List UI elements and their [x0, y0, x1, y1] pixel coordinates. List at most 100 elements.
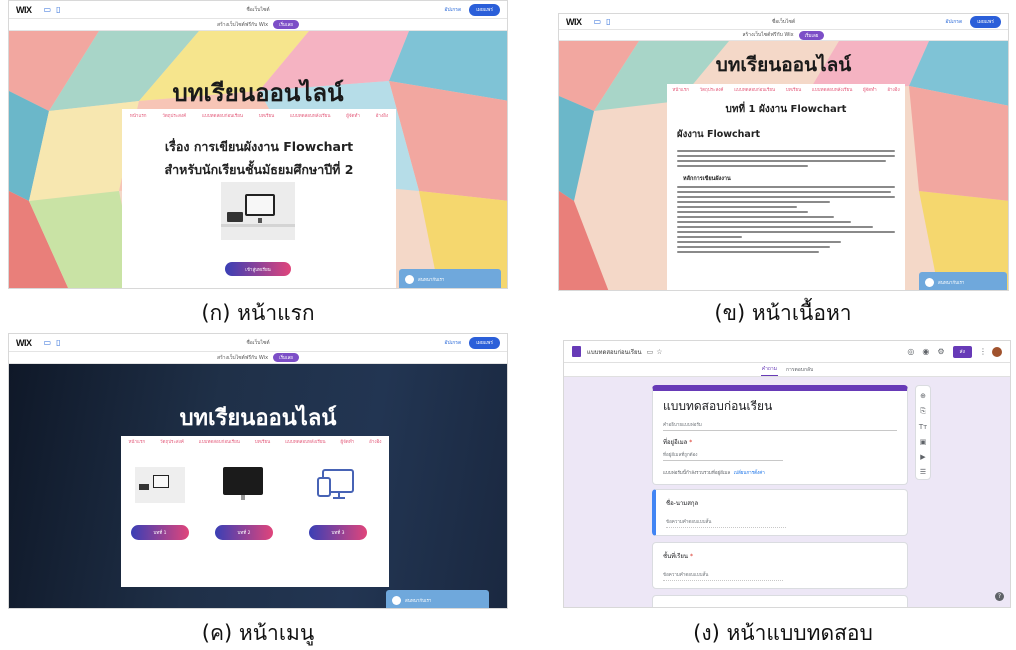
- wix-top-bar: WIX ▭ ▯ ชื่อเว็บไซต์ อัปเกรด เผยแพร่: [559, 14, 1008, 30]
- chat-label: สนทนากับเรา: [405, 598, 432, 604]
- question-card-class[interactable]: ชั้นที่เรียน * ข้อความคำตอบแบบสั้น: [652, 542, 908, 589]
- hero-line-1: เรื่อง การเขียนผังงาน Flowchart: [164, 139, 354, 154]
- enter-lesson-button[interactable]: เข้าสู่บทเรียน: [225, 262, 291, 276]
- monitor-illustration: [245, 194, 275, 216]
- lesson-3-devices-icon: [317, 469, 354, 499]
- menu-item-5[interactable]: ผู้จัดทำ: [346, 112, 360, 119]
- change-settings-link[interactable]: เปลี่ยนการตั้งค่า: [734, 471, 765, 476]
- menu-item-4[interactable]: แบบทดสอบหลังเรียน: [290, 112, 330, 119]
- title-icon[interactable]: Tт: [919, 423, 927, 431]
- menu-item-2[interactable]: แบบทดสอบก่อนเรียน: [202, 112, 243, 119]
- email-required-star: *: [689, 439, 693, 446]
- user-avatar[interactable]: [992, 346, 1002, 357]
- menu-item-1[interactable]: วัตถุประสงค์: [162, 112, 186, 119]
- content-card: บทที่ 1 ผังงาน Flowchart ผังงาน Flowchar…: [667, 94, 905, 290]
- chat-label: สนทนากับเรา: [418, 278, 445, 283]
- menu-item-6[interactable]: อ้างอิง: [887, 86, 899, 93]
- wix-top-bar: WIX ▭ ▯ ชื่อเว็บไซต์ อัปเกรด เผยแพร่: [9, 1, 507, 19]
- menu-item-2[interactable]: แบบทดสอบก่อนเรียน: [734, 86, 775, 93]
- site-menu: หน้าแรก วัตถุประสงค์ แบบทดสอบก่อนเรียน บทเร…: [121, 436, 389, 447]
- site-menu: หน้าแรก วัตถุประสงค์ แบบทดสอบก่อนเรียน บทเร…: [667, 84, 905, 94]
- chat-widget[interactable]: สนทนากับเรา: [919, 272, 1007, 290]
- image-icon[interactable]: ▣: [920, 438, 927, 446]
- palette-icon[interactable]: ◎: [907, 347, 914, 356]
- star-icon[interactable]: ☆: [656, 348, 662, 356]
- chat-avatar-icon: [925, 277, 934, 287]
- lesson-1-button[interactable]: บทที่ 1: [131, 525, 189, 540]
- settings-gear-icon[interactable]: ⚙: [937, 347, 944, 356]
- email-label: ที่อยู่อีเมล: [663, 439, 688, 446]
- hero-line-2: สำหรับนักเรียนชั้นมัธยมศึกษาปีที่ 2: [164, 162, 354, 177]
- intro-paragraph: [677, 150, 895, 167]
- menu-item-0[interactable]: หน้าแรก: [130, 112, 147, 119]
- menu-item-4[interactable]: แบบทดสอบหลังเรียน: [812, 86, 852, 93]
- caption-d: (ง) หน้าแบบทดสอบ: [693, 621, 873, 645]
- promo-button[interactable]: เริ่มเลย: [798, 30, 825, 40]
- tab-questions[interactable]: คำถาม: [760, 363, 779, 376]
- question-2-answer: ข้อความคำตอบแบบสั้น: [663, 571, 783, 581]
- tab-responses[interactable]: การตอบกลับ: [786, 366, 813, 374]
- promo-text: สร้างเว็บไซต์ฟรีกับ Wix: [742, 32, 794, 38]
- menu-item-5[interactable]: ผู้จัดทำ: [863, 86, 877, 93]
- menu-item-0[interactable]: หน้าแรก: [672, 86, 689, 93]
- email-input[interactable]: ที่อยู่อีเมลที่ถูกต้อง: [663, 451, 783, 461]
- forms-top-bar: แบบทดสอบก่อนเรียน ▭ ☆ ◎ ◉ ⚙ ส่ง ⋮: [564, 341, 1010, 363]
- menu-item-3[interactable]: บทเรียน: [786, 86, 802, 93]
- promo-button[interactable]: เริ่มเลย: [273, 353, 299, 362]
- section-title: ผังงาน Flowchart: [677, 129, 761, 140]
- collect-note: แบบฟอร์มนี้กำลังรวบรวมที่อยู่อีเมล: [663, 471, 731, 476]
- menu-item-3[interactable]: บทเรียน: [259, 112, 275, 119]
- menu-item-6[interactable]: อ้างอิง: [376, 112, 388, 119]
- form-doc-name[interactable]: แบบทดสอบก่อนเรียน: [587, 347, 642, 357]
- promo-button[interactable]: เริ่มเลย: [273, 20, 299, 29]
- menu-item-6[interactable]: อ้างอิง: [369, 438, 381, 445]
- more-menu-icon[interactable]: ⋮: [979, 347, 987, 356]
- question-1-answer: ข้อความคำตอบแบบสั้น: [666, 518, 786, 528]
- wix-top-bar: WIX ▭ ▯ ชื่อเว็บไซต์ อัปเกรด เผยแพร่: [9, 334, 507, 352]
- hero-image: [221, 182, 295, 240]
- promo-bar: สร้างเว็บไซต์ฟรีกับ Wix เริ่มเลย: [9, 19, 507, 31]
- site-title: บทเรียนออนไลน์: [715, 54, 852, 76]
- section-icon[interactable]: ☰: [920, 468, 926, 476]
- form-description[interactable]: คำอธิบายแบบฟอร์ม: [663, 421, 897, 428]
- help-icon[interactable]: ?: [995, 592, 1004, 601]
- menu-item-1[interactable]: วัตถุประสงค์: [160, 438, 184, 445]
- menu-item-5[interactable]: ผู้จัดทำ: [341, 438, 355, 445]
- send-button[interactable]: ส่ง: [952, 345, 972, 358]
- menu-item-1[interactable]: วัตถุประสงค์: [700, 86, 724, 93]
- panel-menu: WIX ▭ ▯ ชื่อเว็บไซต์ อัปเกรด เผยแพร่ สร้า…: [8, 333, 508, 609]
- question-card-next[interactable]: [652, 595, 908, 607]
- chat-avatar-icon: [405, 275, 414, 284]
- form-tabs: คำถาม การตอบกลับ: [564, 363, 1010, 377]
- site-name: ชื่อเว็บไซต์: [246, 6, 270, 13]
- promo-text: สร้างเว็บไซต์ฟรีกับ Wix: [217, 21, 269, 28]
- form-side-toolbar: ⊕ ⎘ Tт ▣ ▶ ☰: [915, 385, 931, 480]
- lesson-1-image: [135, 467, 185, 503]
- chat-widget[interactable]: สนทนากับเรา: [399, 269, 501, 288]
- lesson-2-button[interactable]: บทที่ 2: [215, 525, 273, 540]
- menu-item-2[interactable]: แบบทดสอบก่อนเรียน: [199, 438, 240, 445]
- menu-item-3[interactable]: บทเรียน: [255, 438, 271, 445]
- panel-home: WIX ▭ ▯ ชื่อเว็บไซต์ อัปเกรด เผยแพร่ สร้า…: [8, 0, 508, 289]
- promo-text: สร้างเว็บไซต์ฟรีกับ Wix: [217, 354, 269, 361]
- video-icon[interactable]: ▶: [920, 453, 925, 461]
- form-title[interactable]: แบบทดสอบก่อนเรียน: [663, 397, 897, 416]
- question-card-name[interactable]: ชื่อ-นามสกุล ข้อความคำตอบแบบสั้น: [652, 489, 908, 536]
- lesson-3-button[interactable]: บทที่ 3: [309, 525, 367, 540]
- caption-a: (ก) หน้าแรก: [201, 301, 315, 325]
- menu-item-0[interactable]: หน้าแรก: [128, 438, 145, 445]
- question-2-required-star: *: [689, 553, 693, 560]
- promo-bar: สร้างเว็บไซต์ฟรีกับ Wix เริ่มเลย: [9, 352, 507, 364]
- site-name: ชื่อเว็บไซต์: [246, 339, 270, 346]
- lesson-title: บทที่ 1 ผังงาน Flowchart: [725, 104, 847, 115]
- forms-app-icon[interactable]: [572, 346, 581, 357]
- preview-eye-icon[interactable]: ◉: [922, 347, 929, 356]
- site-name: ชื่อเว็บไซต์: [771, 18, 796, 25]
- add-question-icon[interactable]: ⊕: [920, 392, 926, 400]
- chat-widget[interactable]: สนทนากับเรา: [386, 590, 489, 608]
- folder-icon[interactable]: ▭: [647, 348, 654, 356]
- question-2-label: ชั้นที่เรียน: [663, 553, 689, 560]
- menu-item-4[interactable]: แบบทดสอบหลังเรียน: [285, 438, 325, 445]
- import-question-icon[interactable]: ⎘: [920, 407, 926, 416]
- site-menu: หน้าแรก วัตถุประสงค์ แบบทดสอบก่อนเรียน บทเร…: [122, 109, 396, 121]
